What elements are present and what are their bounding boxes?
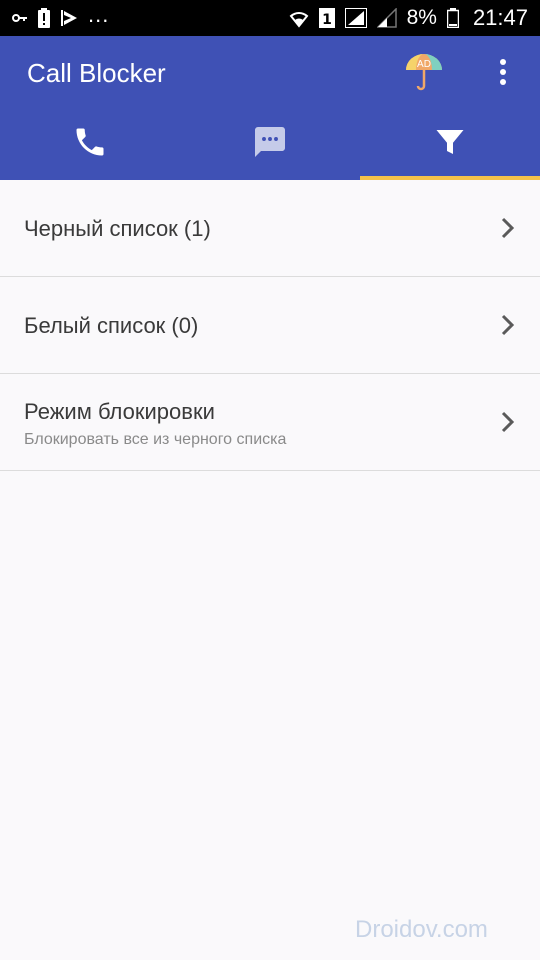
status-bar-right: 1 8% 21:47 (289, 5, 528, 31)
status-bar: ... 1 8% 21:47 (0, 0, 540, 36)
list-item-title: Белый список (0) (24, 313, 199, 338)
ad-badge-text: AD (417, 59, 431, 70)
filter-icon (432, 124, 468, 165)
list-item-blacklist[interactable]: Черный список (1) (0, 180, 540, 277)
list-item-title: Черный список (1) (24, 216, 211, 241)
status-bar-left: ... (12, 2, 109, 28)
tab-messages[interactable] (180, 108, 360, 180)
list-item-subtitle: Блокировать все из черного списка (24, 431, 287, 448)
delivery-icon (60, 9, 78, 27)
battery-percent: 8% (406, 6, 437, 29)
list-item-title: Режим блокировки (24, 399, 215, 424)
tab-calls[interactable] (0, 108, 180, 180)
tab-bar (0, 108, 540, 180)
sim-1-icon: 1 (318, 8, 335, 28)
more-options-icon[interactable] (497, 58, 509, 93)
chevron-right-icon (500, 410, 516, 439)
list-item-whitelist[interactable]: Белый список (0) (0, 277, 540, 374)
battery-icon (446, 8, 459, 28)
phone-icon (72, 124, 108, 165)
svg-text:1: 1 (322, 12, 332, 28)
watermark: Droidov.com (355, 916, 488, 943)
signal-weak-icon (376, 8, 397, 28)
settings-list: Черный список (1) Белый список (0) Режим… (0, 180, 540, 471)
battery-alert-icon (38, 8, 50, 28)
chevron-right-icon (500, 216, 516, 245)
signal-icon (344, 8, 367, 28)
tab-filter[interactable] (360, 108, 540, 180)
app-title: Call Blocker (27, 58, 166, 88)
chevron-right-icon (500, 313, 516, 342)
ad-umbrella-icon[interactable]: AD (402, 50, 446, 99)
wifi-icon (289, 8, 309, 28)
clock: 21:47 (472, 5, 528, 30)
message-icon (252, 124, 288, 165)
app-bar: Call Blocker AD (0, 36, 540, 180)
overflow-indicator: ... (88, 2, 110, 27)
list-item-block-mode[interactable]: Режим блокировки Блокировать все из черн… (0, 374, 540, 471)
key-icon (12, 13, 28, 23)
